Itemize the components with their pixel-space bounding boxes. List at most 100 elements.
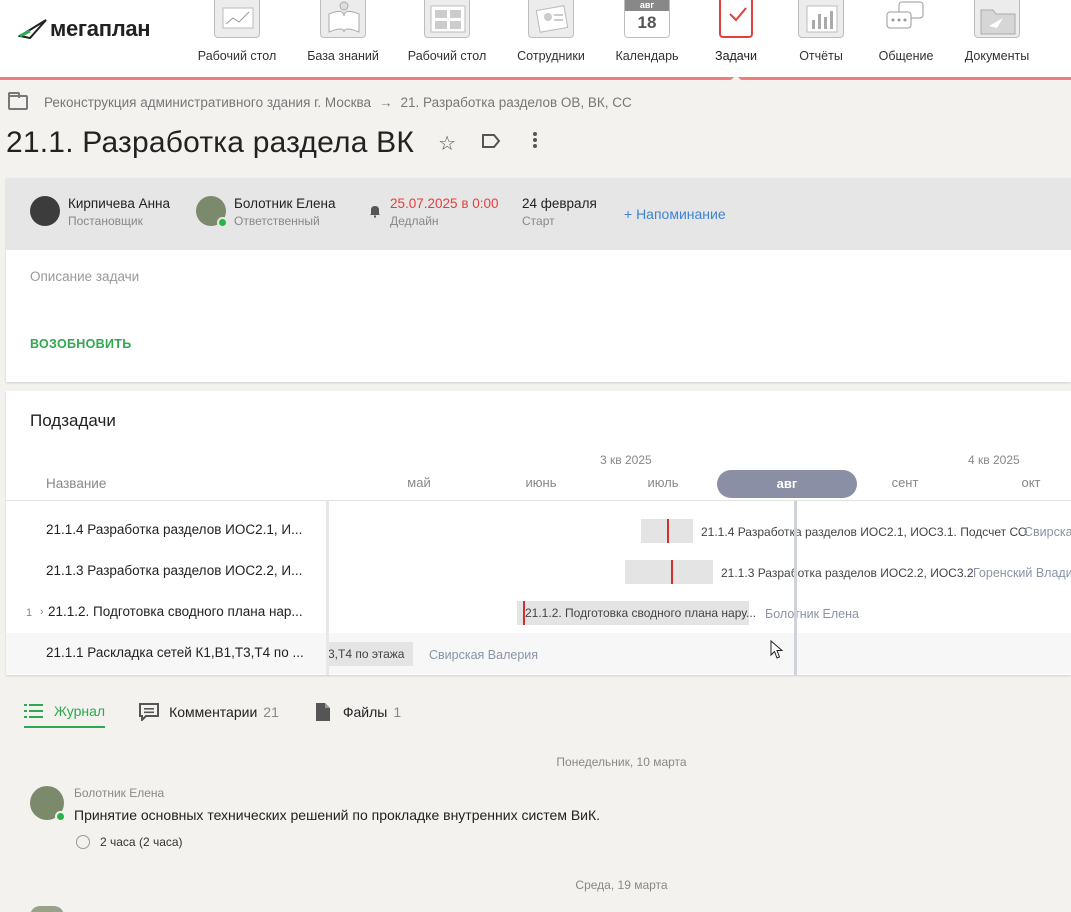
row-expander[interactable]: 1 (26, 607, 32, 619)
tab-journal[interactable]: Журнал (24, 702, 106, 728)
bar-owner: Свирская Валерия (429, 648, 539, 662)
name-column-divider[interactable] (326, 501, 329, 675)
avatar (196, 196, 228, 228)
deadline-marker (671, 560, 673, 584)
nav-label: Документы (964, 49, 1030, 63)
nav-label: Сотрудники (517, 49, 585, 63)
subtasks-card: Подзадачи Название 3 кв 2025 4 кв 2025 м… (6, 391, 1071, 675)
breadcrumb-parent[interactable]: Реконструкция административного здания г… (44, 95, 371, 110)
tab-label: Комментарии (169, 704, 258, 720)
today-line (794, 501, 797, 675)
nav-desktop-2[interactable]: Рабочий стол (407, 0, 487, 78)
chat-icon (883, 0, 929, 38)
month-label: сент (891, 475, 919, 490)
subtask-row[interactable]: 1 › 21.1.2. Подготовка сводного плана на… (6, 592, 1071, 633)
bar-label: 3,Т4 по этажа (328, 647, 405, 661)
month-label: май (407, 475, 431, 490)
dashboard-icon (424, 0, 470, 38)
nav-employees[interactable]: Сотрудники (517, 0, 585, 78)
deadline-value: 25.07.2025 в 0:00 (390, 196, 499, 211)
tab-count: 1 (393, 704, 402, 720)
gantt-bar[interactable] (625, 560, 713, 584)
avatar[interactable] (30, 786, 66, 822)
nav-knowledge-base[interactable]: База знаний (307, 0, 379, 78)
clock-icon (76, 835, 90, 849)
file-icon (315, 703, 330, 721)
add-reminder-button[interactable]: + Напоминание (624, 206, 726, 222)
month-label: июль (647, 475, 679, 490)
start-label: Старт (522, 214, 555, 228)
list-icon (24, 704, 43, 718)
gantt-bar[interactable]: 3,Т4 по этажа (326, 642, 413, 666)
nav-reports[interactable]: Отчёты (798, 0, 844, 78)
nav-tasks[interactable]: Задачи (714, 0, 758, 81)
entry-time-spent: 2 часа (2 часа) (76, 835, 183, 849)
tab-count: 21 (263, 704, 279, 720)
tab-files[interactable]: Файлы 1 (313, 703, 401, 727)
responsible[interactable]: Болотник Елена Ответственный (196, 196, 336, 228)
tab-label: Журнал (54, 703, 106, 719)
subtask-name[interactable]: 21.1.4 Разработка разделов ИОС2.1, И... (46, 522, 302, 537)
setter[interactable]: Кирпичева Анна Постановщик (30, 196, 170, 228)
quarter-label: 4 кв 2025 (968, 453, 1020, 467)
star-icon[interactable]: ☆ (436, 131, 458, 156)
comment-icon (139, 703, 160, 721)
nav-label: Календарь (615, 49, 679, 63)
nav-desktop[interactable]: Рабочий стол (197, 0, 277, 78)
tag-icon[interactable] (480, 132, 502, 155)
online-indicator (55, 811, 66, 822)
nav-communication[interactable]: Общение (878, 0, 934, 78)
top-navigation: мегаплан Рабочий стол База знаний Рабочи… (0, 0, 1071, 81)
journal-tabs: Журнал Комментарии 21 Файлы 1 (24, 702, 435, 728)
tab-comments[interactable]: Комментарии 21 (139, 703, 279, 727)
deadline-label: Дедлайн (390, 214, 439, 228)
nav-label: Общение (878, 49, 934, 63)
bar-label: 21.1.4 Разработка разделов ИОС2.1, ИОС3.… (701, 525, 1028, 539)
tasks-icon (719, 0, 753, 38)
folder-icon[interactable] (8, 92, 28, 110)
gantt-header: Название 3 кв 2025 4 кв 2025 май июнь ию… (6, 449, 1071, 501)
journal-entry: Болотник Елена Принятие основных техниче… (30, 786, 1030, 856)
avatar (30, 196, 60, 226)
task-info-strip: Кирпичева Анна Постановщик Болотник Елен… (6, 178, 1071, 250)
logo-icon (18, 19, 47, 40)
day-separator: Среда, 19 марта (575, 878, 668, 892)
breadcrumb-arrow: → (379, 95, 393, 110)
responsible-role: Ответственный (234, 214, 320, 228)
gantt-bar[interactable]: 21.1.2. Подготовка сводного плана нару..… (517, 601, 756, 625)
start[interactable]: 24 февраля Старт (522, 196, 597, 228)
avatar[interactable] (30, 906, 64, 912)
online-indicator (217, 217, 228, 228)
nav-label: Рабочий стол (407, 49, 487, 63)
deadline[interactable]: 25.07.2025 в 0:00 Дедлайн (370, 196, 499, 228)
task-card: Кирпичева Анна Постановщик Болотник Елен… (6, 178, 1071, 382)
nav-label: База знаний (307, 49, 379, 63)
chevron-right-icon[interactable]: › (40, 606, 44, 618)
gantt-bar[interactable] (641, 519, 693, 543)
more-vertical-icon[interactable] (524, 131, 546, 155)
reopen-button[interactable]: ВОЗОБНОВИТЬ (30, 337, 132, 351)
bar-owner: Свирска (1024, 525, 1071, 539)
megaplan-logo[interactable]: мегаплан (18, 16, 151, 42)
subtask-name[interactable]: 21.1.3 Разработка разделов ИОС2.2, И... (46, 563, 302, 578)
start-value: 24 февраля (522, 196, 597, 211)
title-row: 21.1. Разработка раздела ВК ☆ (6, 126, 546, 160)
bar-owner: Болотник Елена (765, 607, 859, 621)
description-field[interactable]: Описание задачи (30, 269, 139, 284)
calendar-icon: авг 18 (624, 0, 670, 38)
subtask-row[interactable]: 21.1.1 Раскладка сетей К1,В1,Т3,Т4 по ..… (6, 633, 1071, 674)
column-name-header: Название (46, 476, 107, 491)
nav-documents[interactable]: Документы (963, 0, 1031, 78)
book-icon (320, 0, 366, 38)
subtask-name[interactable]: 21.1.2. Подготовка сводного плана нар... (48, 604, 303, 619)
subtask-row[interactable]: 21.1.4 Разработка разделов ИОС2.1, И... … (6, 510, 1071, 551)
employees-icon (528, 0, 574, 38)
subtask-row[interactable]: 21.1.3 Разработка разделов ИОС2.2, И... … (6, 551, 1071, 592)
nav-calendar[interactable]: авг 18 Календарь (615, 0, 679, 78)
bar-label: 21.1.3 Разработка разделов ИОС2.2, ИОС3.… (721, 566, 974, 580)
nav-label: Рабочий стол (197, 49, 277, 63)
breadcrumb-current[interactable]: 21. Разработка разделов ОВ, ВК, СС (401, 95, 632, 110)
entry-author[interactable]: Болотник Елена (74, 786, 164, 800)
subtask-name[interactable]: 21.1.1 Раскладка сетей К1,В1,Т3,Т4 по ..… (46, 645, 304, 660)
month-label-active[interactable]: авг (717, 470, 857, 498)
